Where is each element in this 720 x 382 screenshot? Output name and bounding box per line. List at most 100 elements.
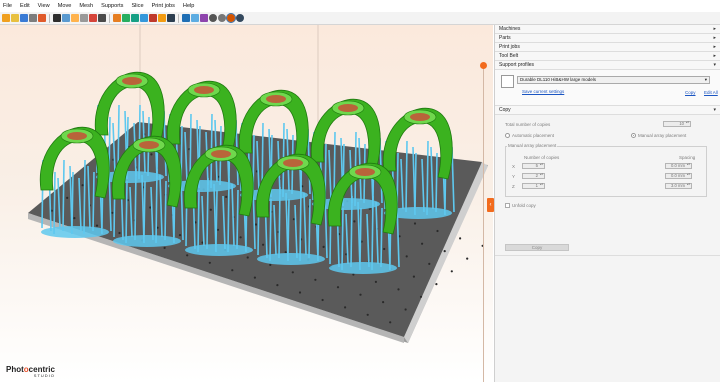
view-front-icon[interactable] bbox=[191, 14, 199, 22]
delete-icon[interactable] bbox=[98, 14, 106, 22]
spacing-y-spinbox[interactable]: 0.0 mm bbox=[665, 173, 692, 179]
unfold-copy-checkbox[interactable] bbox=[505, 203, 510, 208]
view-top-icon[interactable] bbox=[182, 14, 190, 22]
menu-file[interactable]: File bbox=[3, 3, 12, 9]
zoom-knob-top[interactable] bbox=[480, 62, 487, 69]
copy-profile-link[interactable]: Copy bbox=[685, 90, 696, 95]
record-icon[interactable] bbox=[226, 13, 236, 23]
slice-icon[interactable] bbox=[167, 14, 175, 22]
mirror-icon[interactable] bbox=[149, 14, 157, 22]
support-pillar bbox=[134, 168, 137, 241]
rotate-icon[interactable] bbox=[131, 14, 139, 22]
support-icon[interactable] bbox=[158, 14, 166, 22]
total-copies-spinbox[interactable]: 10 bbox=[663, 121, 691, 127]
section-print-jobs[interactable]: Print jobs ▸ bbox=[495, 43, 720, 52]
copy-icon[interactable] bbox=[80, 14, 88, 22]
save-icon[interactable] bbox=[20, 14, 28, 22]
section-machines[interactable]: Machines ▸ bbox=[495, 25, 720, 34]
collapse-panel-button[interactable]: ‹ bbox=[487, 198, 494, 212]
section-label: Machines bbox=[499, 26, 521, 32]
settings-icon[interactable] bbox=[236, 14, 244, 22]
ring-inner bbox=[194, 86, 214, 94]
unfold-copy-label: Unfold copy bbox=[512, 203, 536, 208]
support-pillar bbox=[359, 207, 362, 265]
profile-select[interactable]: Durable DL110 HiB&HW large models ▾ bbox=[517, 76, 710, 84]
save-settings-link[interactable]: Save current settings bbox=[522, 89, 564, 94]
copy-button[interactable]: Copy bbox=[505, 244, 569, 251]
plate-hole bbox=[111, 211, 114, 214]
redo-icon[interactable] bbox=[62, 14, 70, 22]
panel-divider bbox=[495, 255, 720, 257]
menu-mesh[interactable]: Mesh bbox=[79, 3, 93, 9]
plate-hole bbox=[186, 254, 189, 257]
plate-hole bbox=[284, 251, 287, 254]
plate-hole bbox=[412, 275, 415, 278]
menu-edit[interactable]: Edit bbox=[20, 3, 30, 9]
copies-x-spinbox[interactable]: 5 bbox=[522, 163, 545, 169]
support-pillar bbox=[236, 189, 239, 250]
spacing-x-value: 0.0 mm bbox=[671, 163, 685, 168]
move-icon[interactable] bbox=[122, 14, 130, 22]
support-raft bbox=[113, 235, 181, 247]
plate-hole bbox=[178, 234, 182, 237]
support-pillar bbox=[435, 152, 438, 213]
spacing-x-spinbox[interactable]: 0.0 mm bbox=[665, 163, 692, 169]
chevron-right-icon: ▸ bbox=[713, 44, 716, 50]
measure-icon[interactable] bbox=[218, 14, 226, 22]
folder-icon[interactable] bbox=[29, 14, 37, 22]
menu-supports[interactable]: Supports bbox=[101, 3, 123, 9]
section-label: Support profiles bbox=[499, 62, 535, 68]
new-icon[interactable] bbox=[2, 14, 10, 22]
print-icon[interactable] bbox=[38, 14, 46, 22]
plate-hole bbox=[298, 291, 302, 294]
spacing-z-spinbox[interactable]: 3.0 mm bbox=[665, 183, 692, 189]
undo-icon[interactable] bbox=[53, 14, 61, 22]
view-side-icon[interactable] bbox=[200, 14, 208, 22]
section-label: Parts bbox=[499, 35, 511, 41]
zoom-slider[interactable] bbox=[480, 62, 487, 382]
plate-hole bbox=[322, 245, 325, 248]
menu-slice[interactable]: Slice bbox=[131, 3, 143, 9]
manual-placement-radio[interactable] bbox=[631, 133, 636, 138]
plate-hole bbox=[66, 196, 69, 199]
chevron-down-icon: ▾ bbox=[704, 77, 707, 82]
scene-svg bbox=[28, 25, 488, 343]
axis-y-label: Y bbox=[512, 174, 516, 179]
section-support-profiles[interactable]: Support profiles ▾ bbox=[495, 61, 720, 70]
plate-hole bbox=[336, 286, 340, 289]
scale-icon[interactable] bbox=[140, 14, 148, 22]
plate-hole bbox=[366, 313, 369, 316]
cut-icon[interactable] bbox=[71, 14, 79, 22]
ring-inner bbox=[355, 168, 375, 176]
select-icon[interactable] bbox=[113, 14, 121, 22]
profile-selected: Durable DL110 HiB&HW large models bbox=[520, 77, 596, 82]
support-pillar bbox=[308, 198, 311, 259]
plate-hole bbox=[276, 284, 279, 287]
ring-inner bbox=[139, 141, 159, 149]
plate-hole bbox=[421, 242, 424, 245]
plate-hole bbox=[389, 321, 392, 324]
plate-hole bbox=[118, 231, 121, 235]
copies-y-spinbox[interactable]: 2 bbox=[522, 173, 545, 179]
section-parts[interactable]: Parts ▸ bbox=[495, 34, 720, 43]
paste-icon[interactable] bbox=[89, 14, 97, 22]
menu-move[interactable]: Move bbox=[58, 3, 72, 9]
section-tool-belt[interactable]: Tool Belt ▸ bbox=[495, 52, 720, 61]
menu-print-jobs[interactable]: Print jobs bbox=[152, 3, 175, 9]
section-copy[interactable]: Copy ▾ bbox=[495, 106, 720, 115]
menu-help[interactable]: Help bbox=[183, 3, 195, 9]
3d-viewport[interactable]: Photocentric STUDIO bbox=[0, 25, 493, 382]
support-pillar bbox=[414, 152, 417, 210]
auto-placement-radio[interactable] bbox=[505, 133, 510, 138]
grid-icon[interactable] bbox=[209, 14, 217, 22]
menu-view[interactable]: View bbox=[38, 3, 50, 9]
edit-all-link[interactable]: Edit All bbox=[704, 90, 718, 95]
open-icon[interactable] bbox=[11, 14, 19, 22]
support-pillar bbox=[125, 180, 128, 244]
ring-inner bbox=[410, 113, 430, 121]
support-pillar bbox=[426, 140, 429, 216]
support-pillar bbox=[143, 180, 146, 238]
total-copies-label: Total number of copies bbox=[505, 122, 551, 127]
copies-z-spinbox[interactable]: 1 bbox=[522, 183, 545, 189]
plate-hole bbox=[443, 250, 446, 253]
